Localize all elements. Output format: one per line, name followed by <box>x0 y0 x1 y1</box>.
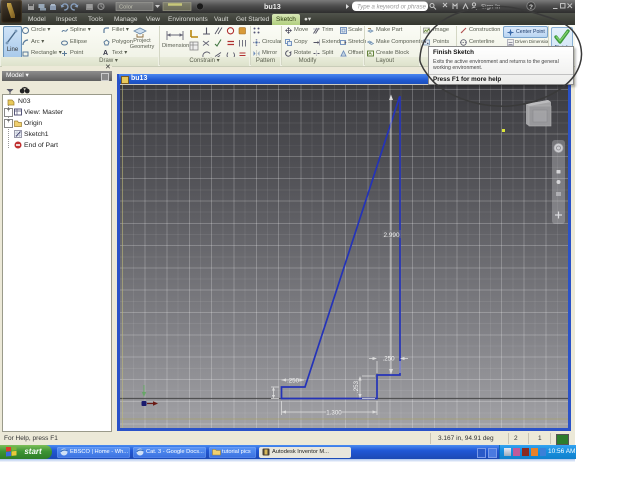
svg-text:2.990: 2.990 <box>384 232 400 239</box>
svg-text:Type a keyword or phrase: Type a keyword or phrase <box>357 5 427 11</box>
svg-text:Sign In: Sign In <box>481 4 501 11</box>
svg-text:Color: Color <box>119 5 133 11</box>
svg-text:1.300: 1.300 <box>326 410 342 417</box>
svg-text:.250: .250 <box>287 378 300 385</box>
svg-text:.250: .250 <box>382 356 395 363</box>
svg-text:.253: .253 <box>353 380 360 393</box>
svg-text:?: ? <box>529 4 533 11</box>
svg-text:bu13: bu13 <box>264 2 281 11</box>
